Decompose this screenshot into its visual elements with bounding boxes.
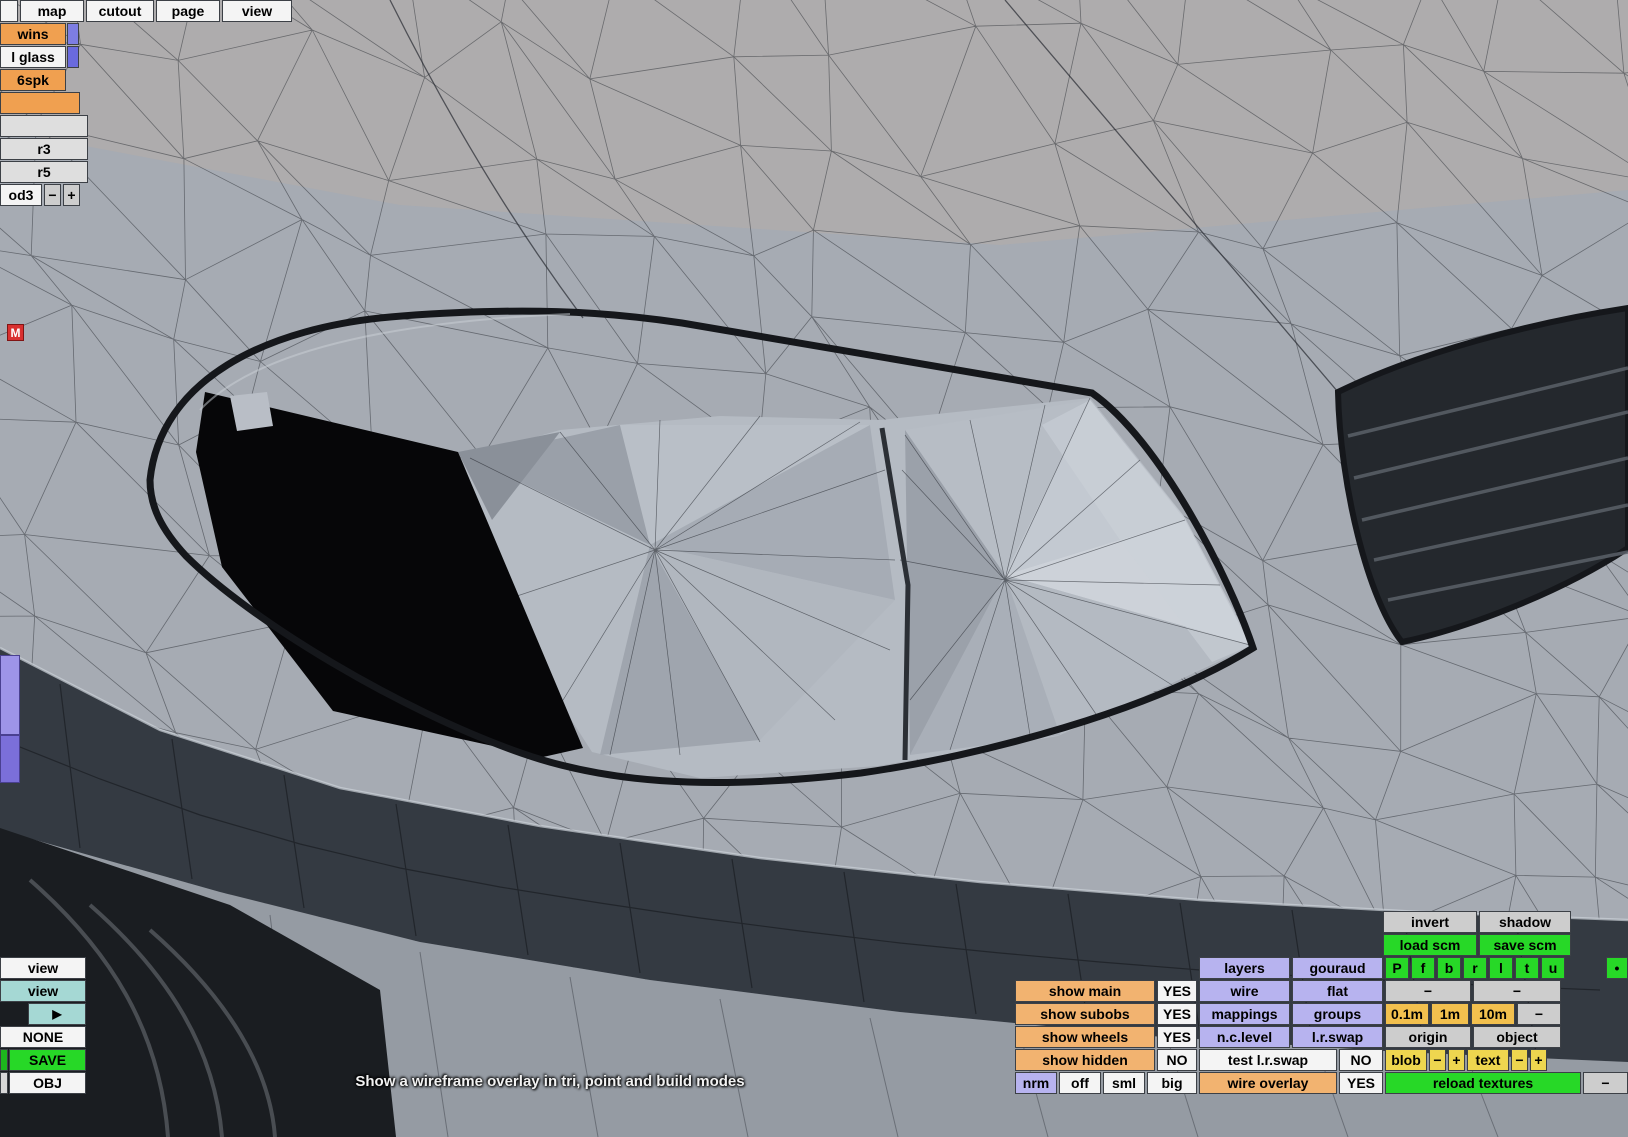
show-subobs-button[interactable]: show subobs (1015, 1003, 1155, 1025)
show-wheels-button[interactable]: show wheels (1015, 1026, 1155, 1048)
origin-button[interactable]: origin (1385, 1026, 1471, 1048)
mirror-marker: M (7, 324, 24, 341)
lr-swap-button[interactable]: l.r.swap (1292, 1026, 1383, 1048)
reload-textures-button[interactable]: reload textures (1385, 1072, 1581, 1094)
nc-level-button[interactable]: n.c.level (1199, 1026, 1290, 1048)
lod-plus-button[interactable]: + (63, 184, 80, 206)
gouraud-button[interactable]: gouraud (1292, 957, 1383, 979)
wireframe-scene (0, 0, 1628, 1137)
show-subobs-value[interactable]: YES (1157, 1003, 1197, 1025)
side-strip-top[interactable] (0, 655, 20, 735)
status-hint: Show a wireframe overlay in tri, point a… (355, 1073, 745, 1090)
wire-overlay-button[interactable]: wire overlay (1199, 1072, 1337, 1094)
material-swatch[interactable] (67, 46, 79, 68)
flag-t-button[interactable]: t (1515, 957, 1539, 979)
scale-01m-button[interactable]: 0.1m (1385, 1003, 1429, 1025)
save-indicator (0, 1049, 8, 1071)
layers-button[interactable]: layers (1199, 957, 1290, 979)
text-plus-button[interactable]: + (1530, 1049, 1547, 1071)
menu-stub-button[interactable] (0, 0, 18, 22)
load-scm-button[interactable]: load scm (1383, 934, 1477, 956)
show-hidden-value[interactable]: NO (1157, 1049, 1197, 1071)
object-button[interactable]: object (1473, 1026, 1561, 1048)
test-lr-swap-button[interactable]: test l.r.swap (1199, 1049, 1337, 1071)
flag-f-button[interactable]: f (1411, 957, 1435, 979)
save-scm-button[interactable]: save scm (1479, 934, 1571, 956)
view-button-bottom[interactable]: view (0, 980, 86, 1002)
flag-dot-button[interactable]: • (1606, 957, 1628, 979)
flag-p-button[interactable]: P (1385, 957, 1409, 979)
obj-button[interactable]: OBJ (9, 1072, 86, 1094)
blob-button[interactable]: blob (1385, 1049, 1427, 1071)
big-button[interactable]: big (1147, 1072, 1197, 1094)
object-item-wins[interactable]: wins (0, 23, 66, 45)
scale-10m-button[interactable]: 10m (1471, 1003, 1515, 1025)
wire-overlay-value[interactable]: YES (1339, 1072, 1383, 1094)
off-button[interactable]: off (1059, 1072, 1101, 1094)
obj-indicator (0, 1072, 8, 1094)
blob-plus-button[interactable]: + (1448, 1049, 1465, 1071)
view-button-top[interactable]: view (0, 957, 86, 979)
wire-button[interactable]: wire (1199, 980, 1290, 1002)
flag-l-button[interactable]: l (1489, 957, 1513, 979)
object-item-empty-slot[interactable] (0, 115, 88, 137)
invert-button[interactable]: invert (1383, 911, 1477, 933)
scale-1m-button[interactable]: 1m (1431, 1003, 1469, 1025)
side-strip-bottom[interactable] (0, 735, 20, 783)
lod-minus-button[interactable]: − (44, 184, 61, 206)
object-item-empty-slot[interactable] (0, 92, 80, 114)
flat-button[interactable]: flat (1292, 980, 1383, 1002)
reload-dash-button[interactable]: − (1583, 1072, 1628, 1094)
nrm-button[interactable]: nrm (1015, 1072, 1057, 1094)
menu-view-button[interactable]: view (222, 0, 292, 22)
object-item-6spk[interactable]: 6spk (0, 69, 66, 91)
flag-u-button[interactable]: u (1541, 957, 1565, 979)
show-wheels-value[interactable]: YES (1157, 1026, 1197, 1048)
text-minus-button[interactable]: − (1511, 1049, 1528, 1071)
shadow-button[interactable]: shadow (1479, 911, 1571, 933)
menu-page-button[interactable]: page (156, 0, 220, 22)
text-button[interactable]: text (1467, 1049, 1509, 1071)
flag-r-button[interactable]: r (1463, 957, 1487, 979)
save-button[interactable]: SAVE (9, 1049, 86, 1071)
scale-dash-button[interactable]: − (1517, 1003, 1561, 1025)
groups-button[interactable]: groups (1292, 1003, 1383, 1025)
object-item-r5[interactable]: r5 (0, 161, 88, 183)
object-item-l-glass[interactable]: l glass (0, 46, 66, 68)
object-item-r3[interactable]: r3 (0, 138, 88, 160)
menu-map-button[interactable]: map (20, 0, 84, 22)
test-lr-swap-value[interactable]: NO (1339, 1049, 1383, 1071)
material-swatch[interactable] (67, 23, 79, 45)
mappings-button[interactable]: mappings (1199, 1003, 1290, 1025)
sml-button[interactable]: sml (1103, 1072, 1145, 1094)
flag-b-button[interactable]: b (1437, 957, 1461, 979)
blob-minus-button[interactable]: − (1429, 1049, 1446, 1071)
dash-right-button[interactable]: − (1473, 980, 1561, 1002)
show-main-button[interactable]: show main (1015, 980, 1155, 1002)
show-main-value[interactable]: YES (1157, 980, 1197, 1002)
viewport-canvas[interactable] (0, 0, 1628, 1137)
play-button[interactable]: ▶ (28, 1003, 86, 1025)
show-hidden-button[interactable]: show hidden (1015, 1049, 1155, 1071)
lod-label[interactable]: od3 (0, 184, 42, 206)
none-button[interactable]: NONE (0, 1026, 86, 1048)
dash-left-button[interactable]: − (1385, 980, 1471, 1002)
menu-cutout-button[interactable]: cutout (86, 0, 154, 22)
